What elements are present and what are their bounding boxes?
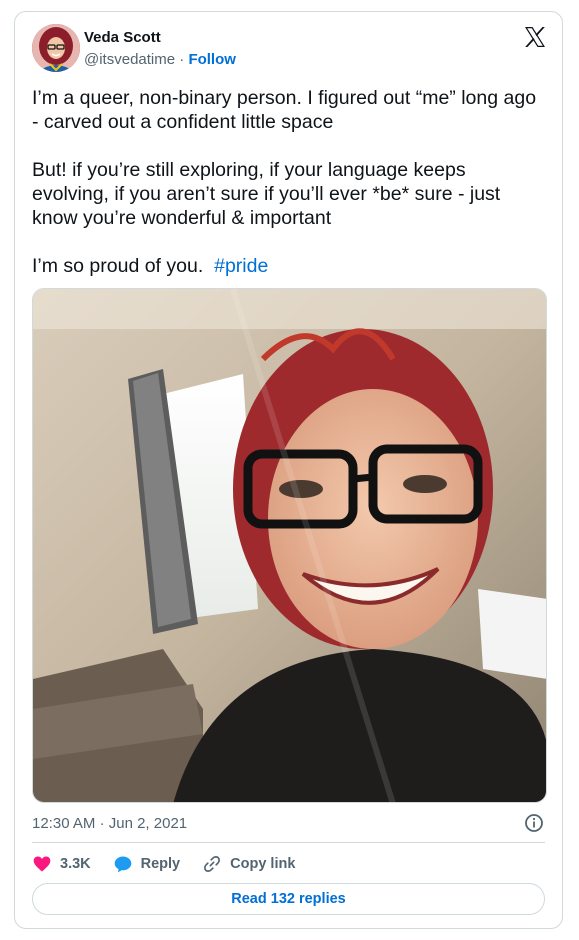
avatar-photo bbox=[32, 24, 80, 72]
link-icon bbox=[204, 856, 221, 872]
action-bar: 3.3K Reply Copy link bbox=[32, 852, 317, 876]
copy-link-button[interactable]: Copy link bbox=[202, 854, 295, 874]
author-name[interactable]: Veda Scott bbox=[84, 29, 161, 46]
reply-bubble-icon bbox=[114, 856, 131, 873]
reply-button[interactable]: Reply bbox=[113, 854, 181, 874]
tweet-paragraph-1: I’m a queer, non-binary person. I figure… bbox=[32, 87, 537, 133]
divider bbox=[32, 842, 545, 843]
tweet-paragraph-3-text: I’m so proud of you. bbox=[32, 255, 204, 277]
tweet-time: 12:30 AM bbox=[32, 815, 96, 832]
tweet-card: Veda Scott @itsvedatime · Follow I’m a q… bbox=[14, 11, 563, 929]
follow-link[interactable]: Follow bbox=[188, 51, 236, 68]
meta-separator: · bbox=[99, 815, 105, 832]
info-icon[interactable] bbox=[524, 813, 544, 833]
tweet-date: Jun 2, 2021 bbox=[108, 815, 188, 832]
like-button[interactable]: 3.3K bbox=[32, 854, 91, 874]
read-replies-button[interactable]: Read 132 replies bbox=[32, 883, 545, 915]
like-count: 3.3K bbox=[60, 856, 91, 872]
reply-label: Reply bbox=[140, 856, 181, 872]
x-logo-icon[interactable] bbox=[523, 25, 547, 49]
tweet-photo[interactable] bbox=[32, 288, 547, 803]
handle-separator: · bbox=[179, 51, 185, 68]
heart-icon bbox=[33, 856, 51, 872]
tweet-text: I’m a queer, non-binary person. I figure… bbox=[32, 86, 542, 278]
selfie-image bbox=[33, 289, 546, 802]
avatar[interactable] bbox=[32, 24, 80, 72]
hashtag-link[interactable]: #pride bbox=[214, 255, 268, 277]
tweet-timestamp[interactable]: 12:30 AM · Jun 2, 2021 bbox=[32, 815, 187, 832]
copy-link-label: Copy link bbox=[230, 856, 296, 872]
author-handle-row: @itsvedatime · Follow bbox=[84, 51, 236, 68]
author-handle[interactable]: @itsvedatime bbox=[84, 51, 175, 68]
tweet-paragraph-2: But! if you’re still exploring, if your … bbox=[32, 159, 501, 229]
tweet-paragraph-3: I’m so proud of you. #pride bbox=[32, 254, 542, 278]
